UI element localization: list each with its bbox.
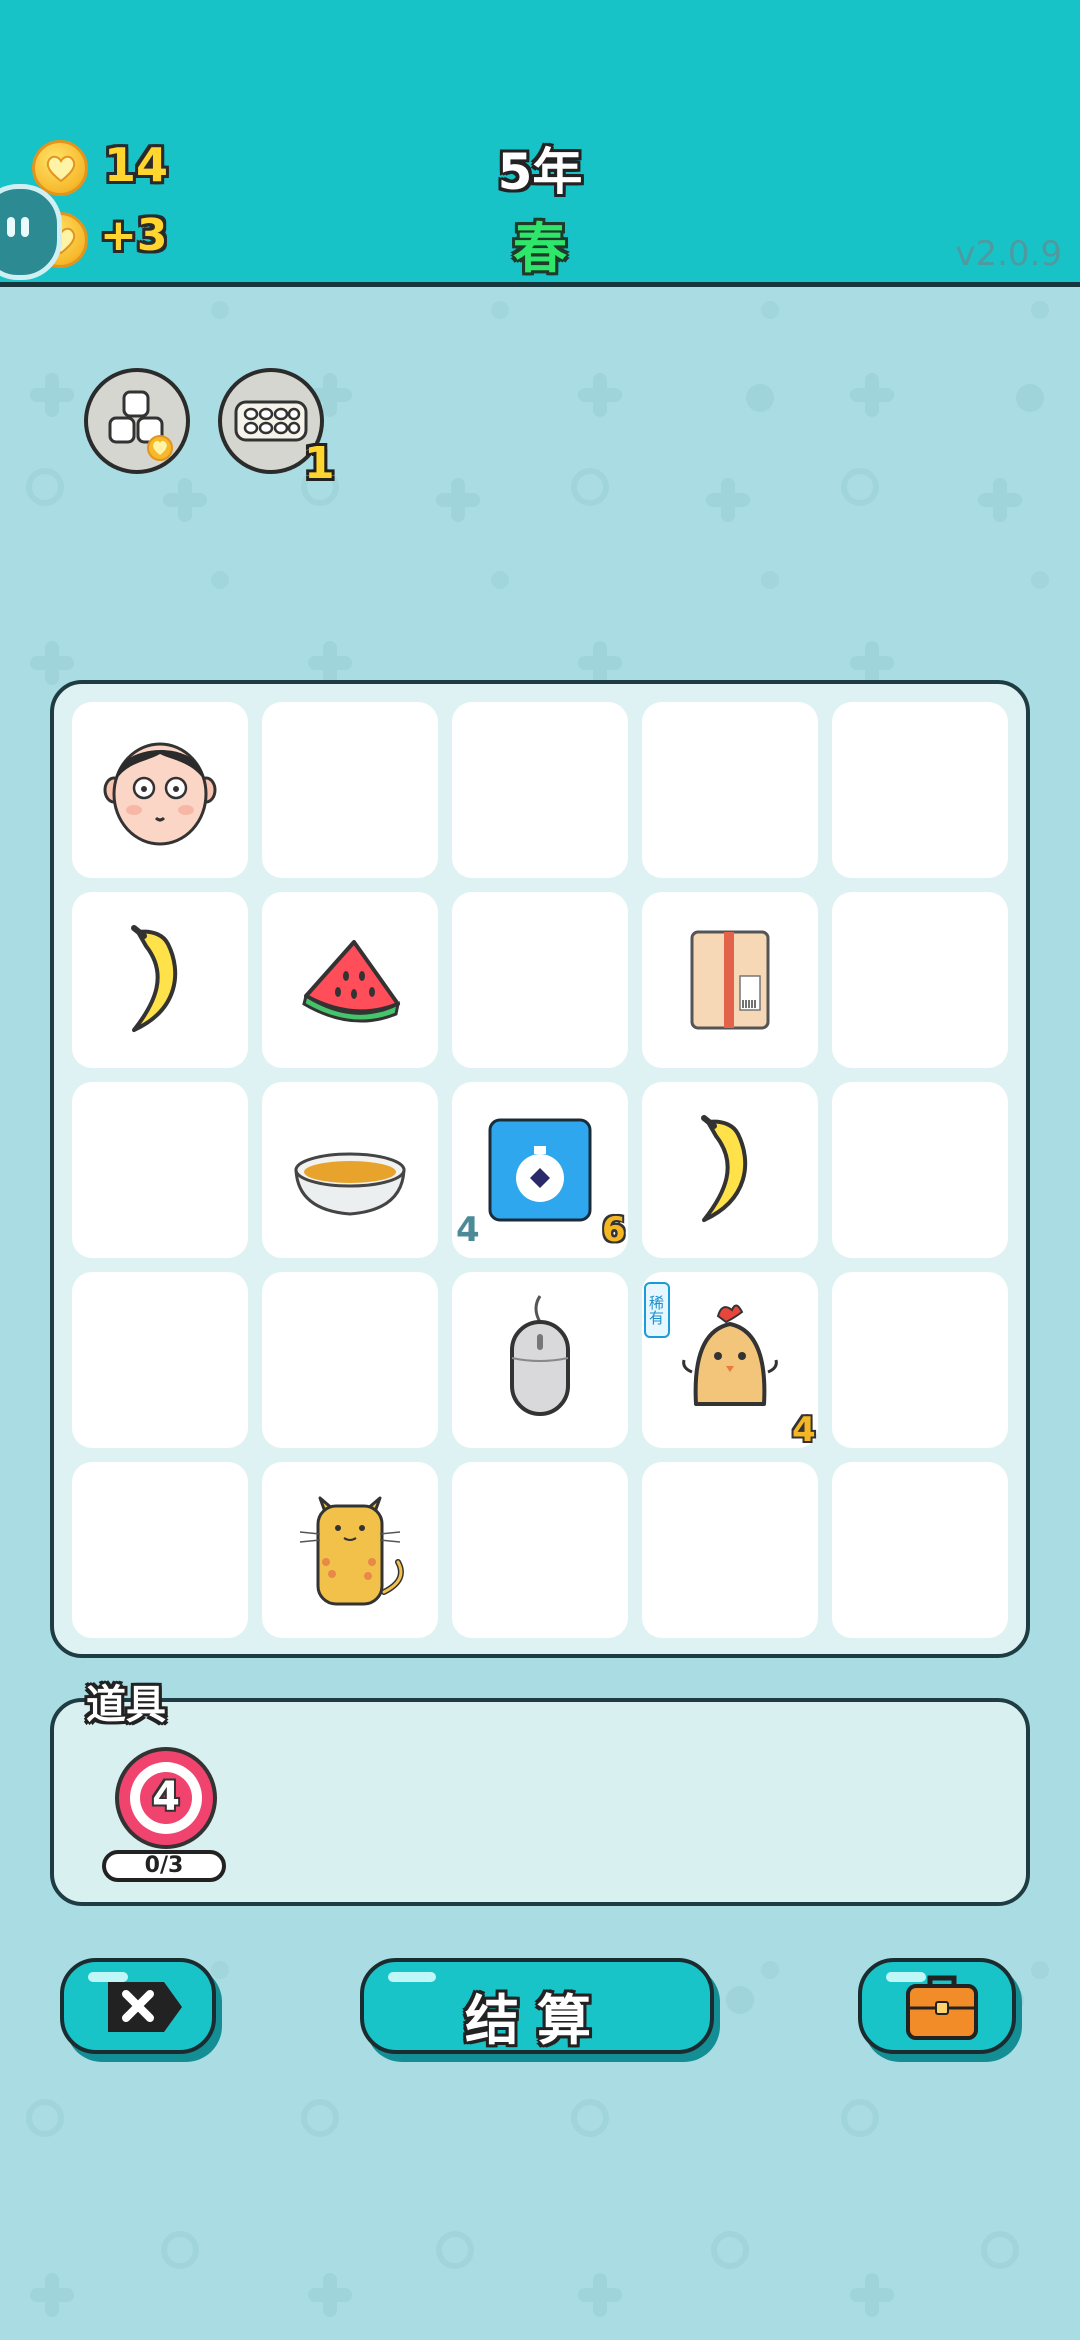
target-count: 4 [152,1774,180,1820]
grid-cell[interactable] [72,1082,248,1258]
year-label: 5年 [497,143,583,201]
skip-button[interactable] [60,1958,216,2054]
backpack-button[interactable] [858,1958,1016,2054]
grid-cell[interactable] [452,1272,628,1448]
stopwatch-right-number: 6 [602,1210,626,1250]
grid-cell[interactable] [642,1082,818,1258]
grid-cell[interactable] [452,702,628,878]
target-progress: 0/3 [102,1850,226,1882]
grid-cell[interactable] [642,892,818,1068]
items-title: 道具 [86,1682,166,1728]
dice-badge[interactable] [84,368,190,474]
face-icon [103,742,217,846]
dice-icon [108,390,173,461]
egg-tray-count: 1 [304,438,335,489]
banana-icon [131,925,178,1032]
grid-cell[interactable] [72,702,248,878]
grid-cell[interactable] [642,1462,818,1638]
coin-count: 14 [104,138,169,192]
grid-cell[interactable] [262,892,438,1068]
box-icon [690,930,770,1030]
version-label: v2.0.9 [955,234,1062,274]
grid-cell[interactable] [832,1272,1008,1448]
grid-cell[interactable] [262,702,438,878]
grid-cell[interactable] [72,1272,248,1448]
income-count: +3 [100,210,168,261]
cat-icon [299,1496,404,1606]
grid-cell[interactable] [832,1462,1008,1638]
grid-cell[interactable] [832,892,1008,1068]
grid-cell[interactable] [642,702,818,878]
grid-cell[interactable] [452,1462,628,1638]
watermelon-icon [302,940,401,1023]
briefcase-icon [906,1975,978,2040]
grid-cell[interactable] [262,1272,438,1448]
chick-number: 4 [792,1410,816,1450]
grid-cell[interactable] [262,1462,438,1638]
grid-cell[interactable] [452,892,628,1068]
grid-cell[interactable] [832,702,1008,878]
stopwatch-left-number: 4 [456,1210,480,1250]
settle-label: 结算 [465,1989,609,2052]
grid-cell[interactable]: 稀有 4 [642,1272,818,1450]
season-label: 春 [513,217,567,280]
grid-cell[interactable]: 4 6 [452,1082,628,1258]
bowl-icon [294,1152,406,1216]
grid-cell[interactable] [262,1082,438,1258]
grid-cell[interactable] [72,892,248,1068]
delete-icon [108,1982,182,2032]
side-avatar-button[interactable] [0,184,62,280]
grid-cell[interactable] [72,1462,248,1638]
settle-button[interactable]: 结算 [360,1958,714,2054]
banana-icon [701,1115,748,1222]
mouse-icon [510,1295,570,1416]
grid-cell[interactable] [832,1082,1008,1258]
header-bar: 14 +3 5年 春 v2.0.9 [0,0,1080,287]
